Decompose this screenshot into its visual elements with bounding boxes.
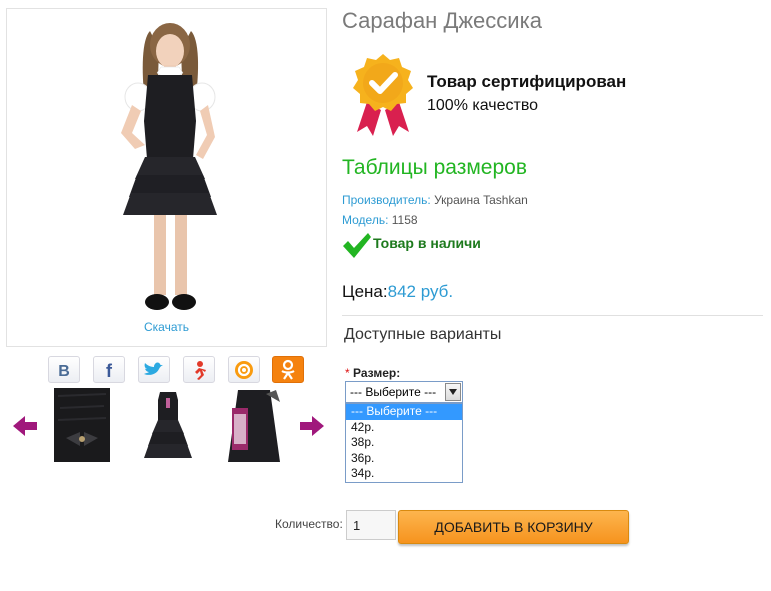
odnoklassniki-icon[interactable] (272, 356, 304, 383)
required-marker: * (345, 366, 350, 380)
size-option[interactable]: 42р. (346, 420, 462, 436)
in-stock-check-icon (343, 233, 371, 258)
manufacturer-label[interactable]: Производитель: (342, 193, 431, 207)
svg-text:f: f (106, 361, 113, 380)
odnoklassniki-run-icon[interactable] (183, 356, 215, 383)
quantity-label: Количество: (275, 517, 343, 531)
size-option[interactable]: 36р. (346, 451, 462, 467)
model-value: 1158 (388, 213, 418, 227)
certificate-subtitle: 100% качество (427, 97, 539, 114)
size-option[interactable]: 38р. (346, 435, 462, 451)
thumbnail-fabric-bow[interactable] (54, 388, 110, 462)
product-title: Сарафан Джессика (342, 8, 542, 33)
manufacturer-value: Украина Tashkan (430, 193, 528, 207)
mail-ru-icon[interactable] (228, 356, 260, 383)
price-label: Цена: (342, 282, 388, 301)
size-select[interactable]: --- Выберите --- (345, 381, 463, 403)
size-label: * Размер: (345, 366, 400, 380)
twitter-icon[interactable] (138, 356, 170, 383)
model-label: Модель: (342, 213, 389, 227)
main-product-image-frame: Скачать (6, 8, 327, 347)
size-option[interactable]: 34р. (346, 466, 462, 482)
manufacturer-line: Производитель: Украина Tashkan (342, 193, 528, 207)
variants-section-title: Доступные варианты (344, 326, 502, 343)
price-line: Цена:842 руб. (342, 282, 453, 302)
size-select-value: --- Выберите --- (350, 385, 437, 399)
thumbnail-dress-front[interactable] (140, 388, 196, 462)
divider (342, 315, 763, 316)
next-arrow-icon[interactable] (299, 415, 325, 437)
facebook-icon[interactable]: f (93, 356, 125, 383)
certificate-title: Товар сертифицирован (427, 72, 627, 91)
size-option[interactable]: --- Выберите --- (346, 404, 462, 420)
size-label-text: Размер: (353, 366, 401, 380)
download-link[interactable]: Скачать (7, 320, 326, 334)
prev-arrow-icon[interactable] (12, 415, 38, 437)
stock-status: Товар в наличи (373, 235, 481, 251)
vkontakte-icon[interactable]: B (48, 356, 80, 383)
size-table-link[interactable]: Таблицы размеров (342, 156, 527, 180)
price-value: 842 руб. (387, 282, 454, 301)
chevron-down-icon[interactable] (445, 383, 461, 401)
certificate-badge-icon (353, 54, 413, 136)
model-line: Модель: 1158 (342, 213, 418, 227)
thumbnail-dress-tag[interactable] (226, 388, 282, 462)
add-to-cart-button[interactable]: ДОБАВИТЬ В КОРЗИНУ (398, 510, 629, 544)
svg-text:B: B (58, 363, 70, 380)
size-dropdown-list: --- Выберите --- 42р. 38р. 36р. 34р. (345, 403, 463, 483)
product-photo[interactable] (7, 9, 326, 346)
quantity-input[interactable] (346, 510, 396, 540)
